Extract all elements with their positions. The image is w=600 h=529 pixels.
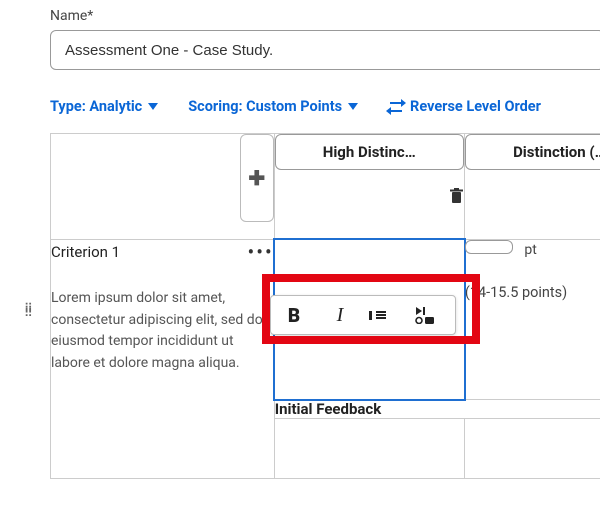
criterion-level-cell-0-1[interactable]: pt (14-15.5 points): [464, 240, 600, 400]
drag-handle-icon[interactable]: ⠿⠿: [24, 306, 33, 316]
reverse-label: Reverse Level Order: [410, 98, 541, 115]
italic-button[interactable]: I: [323, 304, 357, 327]
header-corner: ✚: [51, 134, 275, 240]
insert-media-button[interactable]: [415, 306, 449, 324]
chevron-down-icon: [348, 103, 358, 110]
feedback-cell-0-0[interactable]: [274, 419, 464, 479]
bullet-list-button[interactable]: [369, 311, 403, 320]
level-header-0: High Distinc…: [274, 134, 464, 240]
scoring-label: Scoring: Custom Points: [188, 98, 342, 115]
points-input[interactable]: [465, 240, 513, 254]
name-label: Name*: [50, 8, 600, 24]
points-range: (14-15.5 points): [465, 284, 600, 301]
chevron-down-icon: [148, 103, 158, 110]
criterion-cell-0: Criterion 1 ••• Lorem ipsum dolor sit am…: [51, 240, 275, 479]
feedback-header: Initial Feedback: [274, 400, 600, 419]
trash-icon[interactable]: [449, 188, 464, 209]
level-header-1: Distinction (…: [464, 134, 600, 240]
level-name-input-0[interactable]: High Distinc…: [275, 134, 464, 170]
criterion-description[interactable]: Lorem ipsum dolor sit amet, consectetur …: [51, 288, 274, 375]
points-unit: pt: [524, 242, 536, 258]
bold-button[interactable]: B: [277, 304, 311, 327]
feedback-cell-0-1[interactable]: [464, 419, 600, 479]
criterion-more-button[interactable]: •••: [247, 240, 273, 264]
criterion-title[interactable]: Criterion 1: [51, 243, 120, 261]
reverse-order-button[interactable]: Reverse Level Order: [388, 98, 541, 115]
rich-text-toolbar: B I: [270, 295, 456, 335]
rubric-name-input[interactable]: [50, 30, 600, 70]
plus-icon: ✚: [248, 168, 265, 188]
add-level-button[interactable]: ✚: [240, 134, 274, 222]
type-label: Type: Analytic: [50, 98, 142, 115]
swap-icon: [388, 100, 404, 114]
scoring-dropdown[interactable]: Scoring: Custom Points: [188, 98, 358, 115]
type-dropdown[interactable]: Type: Analytic: [50, 98, 158, 115]
level-name-input-1[interactable]: Distinction (…: [465, 134, 600, 170]
